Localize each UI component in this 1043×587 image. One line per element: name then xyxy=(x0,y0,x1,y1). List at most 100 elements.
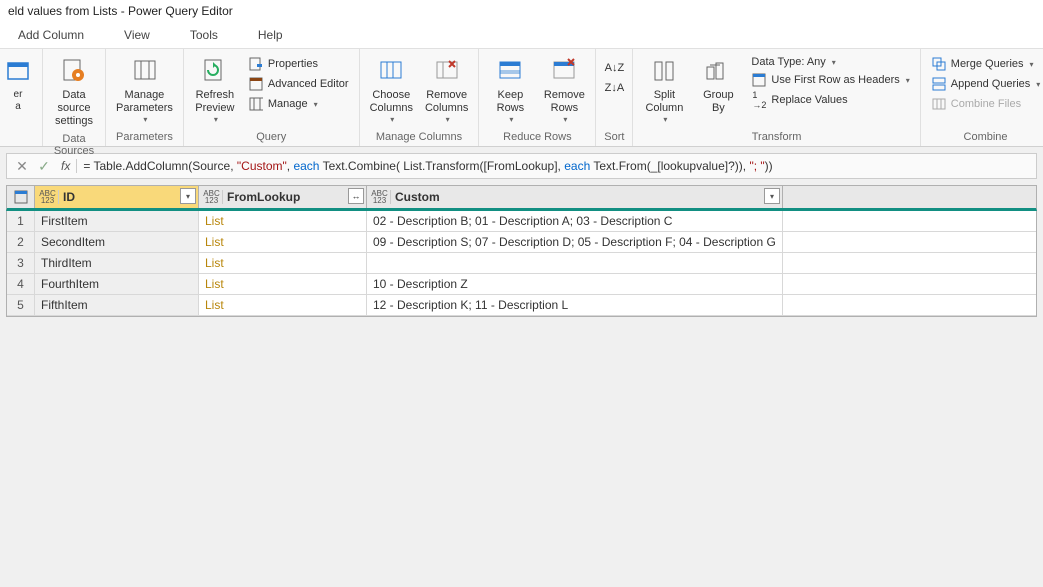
refresh-preview-button[interactable]: Refresh Preview xyxy=(190,53,240,127)
remove-columns-button[interactable]: Remove Columns xyxy=(421,53,472,127)
cell-fromlookup[interactable]: List xyxy=(199,274,367,294)
split-column-label: Split Column xyxy=(645,89,683,115)
row-number: 4 xyxy=(7,274,35,294)
table-row[interactable]: 4FourthItemList10 - Description Z xyxy=(7,274,1036,295)
tab-view[interactable]: View xyxy=(116,22,158,48)
data-type-button[interactable]: Data Type: Any xyxy=(747,55,913,69)
group-transform: Transform xyxy=(639,129,913,146)
expand-column-button[interactable]: ↔ xyxy=(348,188,364,204)
append-icon xyxy=(931,76,947,92)
first-row-label: Use First Row as Headers xyxy=(771,74,899,86)
tab-help[interactable]: Help xyxy=(250,22,291,48)
cell-custom[interactable]: 09 - Description S; 07 - Description D; … xyxy=(367,232,783,252)
formula-keyword: each xyxy=(564,159,590,173)
combine-files-icon xyxy=(931,96,947,112)
manage-icon xyxy=(248,96,264,112)
tab-tools[interactable]: Tools xyxy=(182,22,226,48)
cell-custom[interactable]: 12 - Description K; 11 - Description L xyxy=(367,295,783,315)
column-header-fromlookup[interactable]: ABC 123 FromLookup ↔ xyxy=(199,186,367,208)
refresh-icon xyxy=(199,55,231,87)
table-row[interactable]: 2SecondItemList09 - Description S; 07 - … xyxy=(7,232,1036,253)
cell-id[interactable]: ThirdItem xyxy=(35,253,199,273)
properties-label: Properties xyxy=(268,58,318,70)
remove-columns-label: Remove Columns xyxy=(425,89,468,115)
formula-bar: ✕ ✓ fx = Table.AddColumn(Source, "Custom… xyxy=(6,153,1037,179)
properties-button[interactable]: Properties xyxy=(244,55,353,73)
tab-add-column[interactable]: Add Column xyxy=(10,22,92,48)
table-row[interactable]: 1FirstItemList02 - Description B; 01 - D… xyxy=(7,211,1036,232)
fx-icon[interactable]: fx xyxy=(55,159,77,173)
gear-page-icon xyxy=(58,55,90,87)
data-grid: ABC 123 ID ▾ ABC 123 FromLookup ↔ ABC 12… xyxy=(6,185,1037,317)
cell-custom[interactable]: 10 - Description Z xyxy=(367,274,783,294)
cell-fromlookup[interactable]: List xyxy=(199,211,367,231)
split-column-button[interactable]: Split Column xyxy=(639,53,689,127)
cell-fromlookup[interactable]: List xyxy=(199,253,367,273)
table-row[interactable]: 3ThirdItemList xyxy=(7,253,1036,274)
manage-parameters-button[interactable]: Manage Parameters xyxy=(112,53,177,127)
formula-text: Text.Combine( List.Transform([FromLookup… xyxy=(319,159,564,173)
group-query: Query xyxy=(190,129,353,146)
keep-rows-label: Keep Rows xyxy=(497,89,525,115)
column-filter-button[interactable]: ▾ xyxy=(180,188,196,204)
group-parameters: Parameters xyxy=(112,129,177,146)
merge-queries-button[interactable]: Merge Queries xyxy=(927,55,1043,73)
table-row[interactable]: 5FifthItemList12 - Description K; 11 - D… xyxy=(7,295,1036,316)
formula-accept-button[interactable]: ✓ xyxy=(33,158,55,175)
advanced-editor-button[interactable]: Advanced Editor xyxy=(244,75,353,93)
cell-id[interactable]: SecondItem xyxy=(35,232,199,252)
column-header-custom[interactable]: ABC 123 Custom ▾ xyxy=(367,186,783,208)
manage-label: Manage xyxy=(268,98,308,110)
cell-custom[interactable]: 02 - Description B; 01 - Description A; … xyxy=(367,211,783,231)
group-data-sources: Data Sources xyxy=(49,131,99,160)
enter-data-button[interactable]: era xyxy=(0,53,36,115)
row-number: 1 xyxy=(7,211,35,231)
ribbon-tabs: Add Column View Tools Help xyxy=(0,22,1043,49)
advanced-label: Advanced Editor xyxy=(268,78,349,90)
split-column-icon xyxy=(648,55,680,87)
formula-keyword: each xyxy=(293,159,319,173)
choose-columns-label: Choose Columns xyxy=(370,89,413,115)
sort-desc-button[interactable]: Z↓A xyxy=(602,79,626,97)
formula-cancel-button[interactable]: ✕ xyxy=(11,158,33,175)
column-filter-button[interactable]: ▾ xyxy=(764,188,780,204)
merge-icon xyxy=(931,56,947,72)
type-any-icon: ABC 123 xyxy=(39,190,59,204)
remove-rows-button[interactable]: Remove Rows xyxy=(539,53,589,127)
formula-text: = Table.AddColumn(Source, xyxy=(83,159,237,173)
keep-rows-icon xyxy=(494,55,526,87)
sort-desc-icon: Z↓A xyxy=(606,80,622,96)
cell-id[interactable]: FifthItem xyxy=(35,295,199,315)
group-sort: Sort xyxy=(602,129,626,146)
cell-fromlookup[interactable]: List xyxy=(199,295,367,315)
replace-icon: 1→2 xyxy=(751,92,767,108)
group-by-button[interactable]: Group By xyxy=(693,53,743,117)
cell-fromlookup[interactable]: List xyxy=(199,232,367,252)
replace-values-button[interactable]: 1→2 Replace Values xyxy=(747,91,913,109)
formula-input[interactable]: = Table.AddColumn(Source, "Custom", each… xyxy=(77,159,1032,174)
table-options-button[interactable] xyxy=(7,186,35,208)
table-header-icon xyxy=(751,72,767,88)
group-label xyxy=(0,129,36,146)
column-header-id[interactable]: ABC 123 ID ▾ xyxy=(35,186,199,208)
append-queries-button[interactable]: Append Queries xyxy=(927,75,1043,93)
group-manage-columns: Manage Columns xyxy=(366,129,473,146)
advanced-editor-icon xyxy=(248,76,264,92)
sort-asc-icon: A↓Z xyxy=(606,60,622,76)
data-source-settings-button[interactable]: Data source settings xyxy=(49,53,99,131)
sort-asc-button[interactable]: A↓Z xyxy=(602,59,626,77)
cell-id[interactable]: FourthItem xyxy=(35,274,199,294)
grid-body: 1FirstItemList02 - Description B; 01 - D… xyxy=(6,211,1037,317)
combine-files-button[interactable]: Combine Files xyxy=(927,95,1043,113)
remove-rows-label: Remove Rows xyxy=(544,89,585,115)
row-number: 5 xyxy=(7,295,35,315)
formula-string: "; " xyxy=(749,159,764,173)
first-row-headers-button[interactable]: Use First Row as Headers xyxy=(747,71,913,89)
manage-button[interactable]: Manage xyxy=(244,95,353,113)
keep-rows-button[interactable]: Keep Rows xyxy=(485,53,535,127)
remove-columns-icon xyxy=(431,55,463,87)
cell-custom[interactable] xyxy=(367,253,783,273)
group-reduce-rows: Reduce Rows xyxy=(485,129,589,146)
cell-id[interactable]: FirstItem xyxy=(35,211,199,231)
choose-columns-button[interactable]: Choose Columns xyxy=(366,53,417,127)
